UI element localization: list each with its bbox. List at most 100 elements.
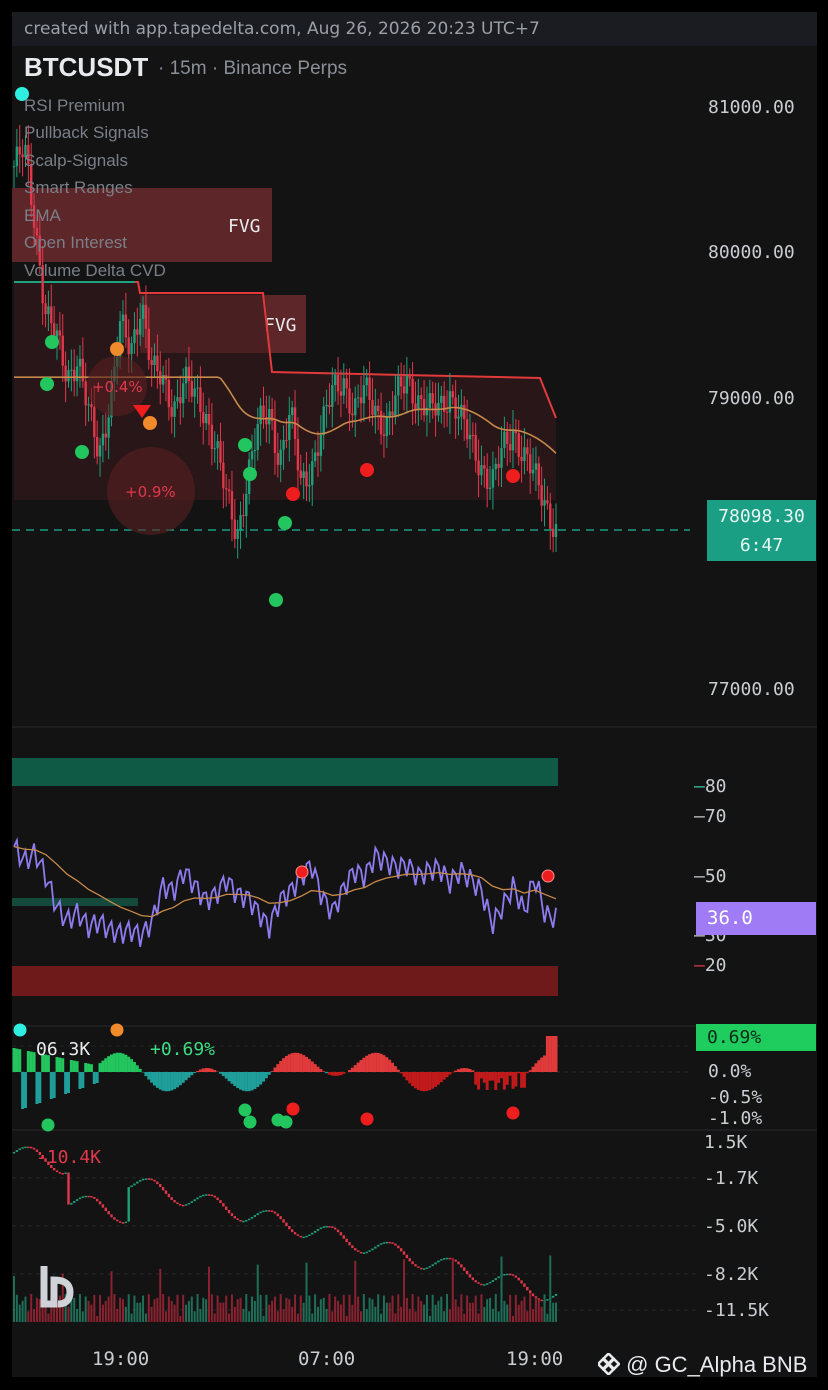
oi-bar: [18, 1049, 22, 1072]
cvd-candle: [405, 1254, 409, 1259]
oi-bar: [537, 1060, 541, 1072]
rsi-divergence-dot: [541, 869, 555, 883]
cvd-candle: [382, 1242, 386, 1244]
volume-bar: [537, 1299, 540, 1322]
oi-bar: [64, 1072, 68, 1094]
indicator-rsi-premium[interactable]: RSI Premium: [24, 96, 125, 116]
volume-bar: [423, 1304, 426, 1322]
oi-bar: [118, 1052, 122, 1072]
indicator-open-interest[interactable]: Open Interest: [24, 233, 127, 253]
oi-bar: [333, 1072, 337, 1076]
volume-bar: [316, 1306, 319, 1322]
cvd-candle: [448, 1257, 452, 1260]
candle-body: [491, 469, 495, 488]
indicator-volume-delta-cvd[interactable]: Volume Delta CVD: [24, 261, 166, 281]
indicator-ema[interactable]: EMA: [24, 206, 61, 226]
cvd-candle: [417, 1266, 420, 1268]
oi-pct-label: +0.69%: [150, 1039, 216, 1060]
oi-tick-0: 0.0%: [708, 1061, 752, 1082]
cvd-candle: [551, 1295, 555, 1298]
oi-bar: [454, 1070, 458, 1072]
cvd-candle: [333, 1227, 337, 1230]
cvd-candle: [159, 1184, 162, 1188]
volume-bar: [405, 1297, 408, 1322]
cvd-candle: [319, 1227, 323, 1230]
candle-body: [290, 407, 294, 415]
cvd-value-label: -10.4K: [36, 1147, 102, 1168]
candle-body: [202, 412, 205, 424]
volume-bar: [127, 1294, 130, 1322]
candle-body: [356, 397, 360, 399]
oi-bar: [370, 1053, 374, 1072]
candle-body: [173, 401, 176, 417]
oi-bar: [388, 1059, 392, 1072]
author-handle[interactable]: @ GC_Alpha BNB: [626, 1352, 807, 1377]
volume-bar: [534, 1297, 537, 1322]
cvd-candle: [127, 1187, 130, 1222]
cvd-candle: [331, 1226, 334, 1228]
oi-bar: [201, 1068, 205, 1072]
volume-bar: [514, 1294, 517, 1322]
volume-bar: [491, 1308, 494, 1322]
candle-body: [302, 471, 305, 478]
oi-bar: [175, 1072, 179, 1088]
rsi-overbought-band: [12, 758, 558, 786]
indicator-pullback-signals[interactable]: Pullback Signals: [24, 123, 149, 143]
indicator-scalp-signals[interactable]: Scalp-Signals: [24, 151, 128, 171]
candle-body: [354, 398, 357, 416]
oi-bar: [445, 1072, 449, 1078]
volume-bar: [302, 1302, 305, 1322]
volume-bar: [202, 1297, 205, 1322]
oi-bar: [299, 1053, 303, 1072]
cvd-candle: [362, 1252, 366, 1254]
candle-body: [184, 366, 188, 384]
cvd-candle: [348, 1242, 351, 1246]
candle-body: [554, 523, 558, 538]
oi-bar: [236, 1072, 240, 1089]
oi-bar: [207, 1068, 211, 1072]
candle-body: [422, 399, 426, 416]
oi-bar: [456, 1069, 460, 1072]
candle-body: [47, 306, 50, 315]
volume-bar: [119, 1297, 122, 1322]
volume-bar: [294, 1294, 297, 1322]
cvd-candle: [75, 1199, 79, 1202]
cvd-candle: [21, 1147, 24, 1149]
volume-bar: [193, 1311, 196, 1322]
cvd-candle: [52, 1167, 56, 1171]
cvd-candle: [368, 1250, 371, 1252]
volume-bar: [428, 1315, 431, 1322]
candle-body: [121, 314, 125, 322]
oi-bar: [241, 1072, 245, 1091]
cvd-candle: [391, 1242, 394, 1244]
oi-bar: [434, 1072, 438, 1087]
cvd-candle: [199, 1195, 202, 1198]
candle-body: [325, 404, 328, 407]
oi-bar: [511, 1072, 515, 1089]
volume-bar: [425, 1294, 428, 1322]
timeframe-label[interactable]: · 15m · Binance Perps: [158, 58, 347, 80]
cvd-candle: [457, 1261, 460, 1265]
symbol-title[interactable]: BTCUSDT: [24, 52, 148, 83]
volume-bar: [124, 1306, 127, 1322]
volume-bar: [136, 1302, 139, 1322]
cvd-candle: [508, 1273, 512, 1276]
candle-body: [471, 434, 475, 436]
candle-body: [250, 451, 254, 460]
cvd-candle: [133, 1183, 136, 1186]
cvd-candle: [184, 1204, 188, 1206]
cvd-candle: [164, 1190, 168, 1194]
cvd-candle: [176, 1202, 179, 1205]
indicator-smart-ranges[interactable]: Smart Ranges: [24, 178, 133, 198]
candle-body: [193, 388, 196, 397]
cvd-candle: [219, 1200, 222, 1204]
candle-body: [414, 403, 417, 410]
candle-body: [288, 414, 291, 440]
cvd-candle: [408, 1258, 411, 1262]
cvd-candle: [64, 1172, 67, 1175]
oi-signal-dot: [506, 1106, 520, 1120]
cvd-candle: [528, 1290, 532, 1294]
candle-body: [268, 408, 271, 425]
signal-dot: [286, 487, 300, 501]
volume-bar: [408, 1308, 411, 1322]
